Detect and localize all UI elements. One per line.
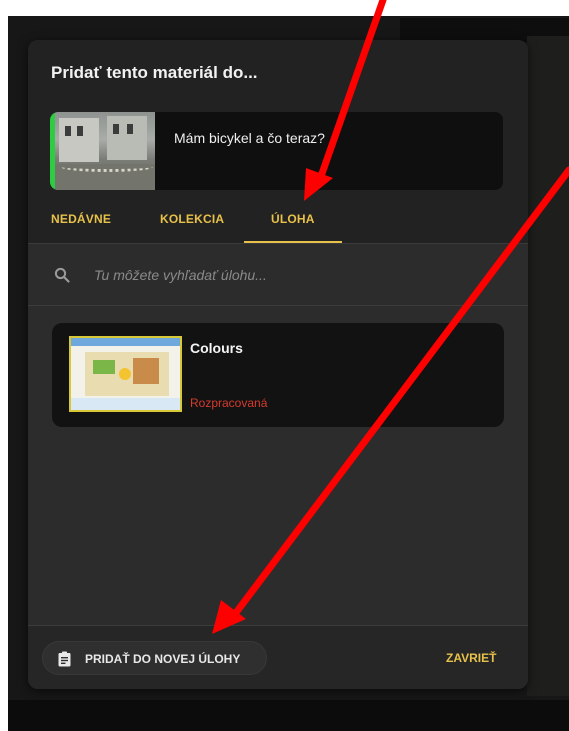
task-card-colours[interactable]: Colours Rozpracovaná bbox=[52, 323, 504, 427]
thumbnail-window bbox=[113, 124, 119, 134]
close-button[interactable]: ZAVRIEŤ bbox=[446, 651, 496, 665]
thumbnail-building bbox=[59, 118, 99, 162]
thumbnail-window bbox=[127, 124, 133, 134]
thumbnail-play-marker bbox=[119, 368, 131, 380]
backdrop-bottom-strip bbox=[8, 700, 569, 731]
add-to-new-task-label: PRIDAŤ DO NOVEJ ÚLOHY bbox=[85, 652, 241, 666]
search-row bbox=[28, 245, 528, 306]
thumbnail-window bbox=[77, 126, 83, 136]
add-material-dialog: Pridať tento materiál do... Mám bicykel … bbox=[28, 40, 528, 689]
dialog-title: Pridať tento materiál do... bbox=[51, 63, 258, 82]
thumbnail-top-bar bbox=[71, 338, 180, 346]
active-tab-indicator bbox=[244, 241, 342, 243]
task-status: Rozpracovaná bbox=[190, 396, 268, 410]
material-title: Mám bicykel a čo teraz? bbox=[174, 130, 325, 146]
clipboard-icon bbox=[58, 651, 71, 667]
thumbnail-shelf bbox=[133, 358, 159, 384]
backdrop-right-strip bbox=[527, 36, 569, 696]
material-card: Mám bicykel a čo teraz? bbox=[50, 112, 503, 190]
search-icon bbox=[54, 267, 70, 283]
dialog-footer: PRIDAŤ DO NOVEJ ÚLOHY ZAVRIEŤ bbox=[28, 625, 528, 689]
search-input[interactable] bbox=[94, 263, 494, 287]
thumbnail-board bbox=[93, 360, 115, 374]
tab-task[interactable]: ÚLOHA bbox=[271, 212, 315, 226]
thumbnail-window bbox=[65, 126, 71, 136]
tab-bar: NEDÁVNE KOLEKCIA ÚLOHA bbox=[28, 196, 528, 244]
task-title: Colours bbox=[190, 340, 243, 356]
material-preview-strip: Mám bicykel a čo teraz? bbox=[28, 106, 528, 196]
tab-collection[interactable]: KOLEKCIA bbox=[160, 212, 224, 226]
thumbnail-bottom-bar bbox=[71, 398, 180, 410]
tab-recent[interactable]: NEDÁVNE bbox=[51, 212, 111, 226]
task-thumbnail bbox=[69, 336, 182, 412]
add-to-new-task-button[interactable]: PRIDAŤ DO NOVEJ ÚLOHY bbox=[42, 641, 267, 675]
material-thumbnail bbox=[50, 112, 155, 190]
thumbnail-chain bbox=[61, 162, 153, 172]
dialog-header: Pridať tento materiál do... bbox=[28, 40, 528, 106]
